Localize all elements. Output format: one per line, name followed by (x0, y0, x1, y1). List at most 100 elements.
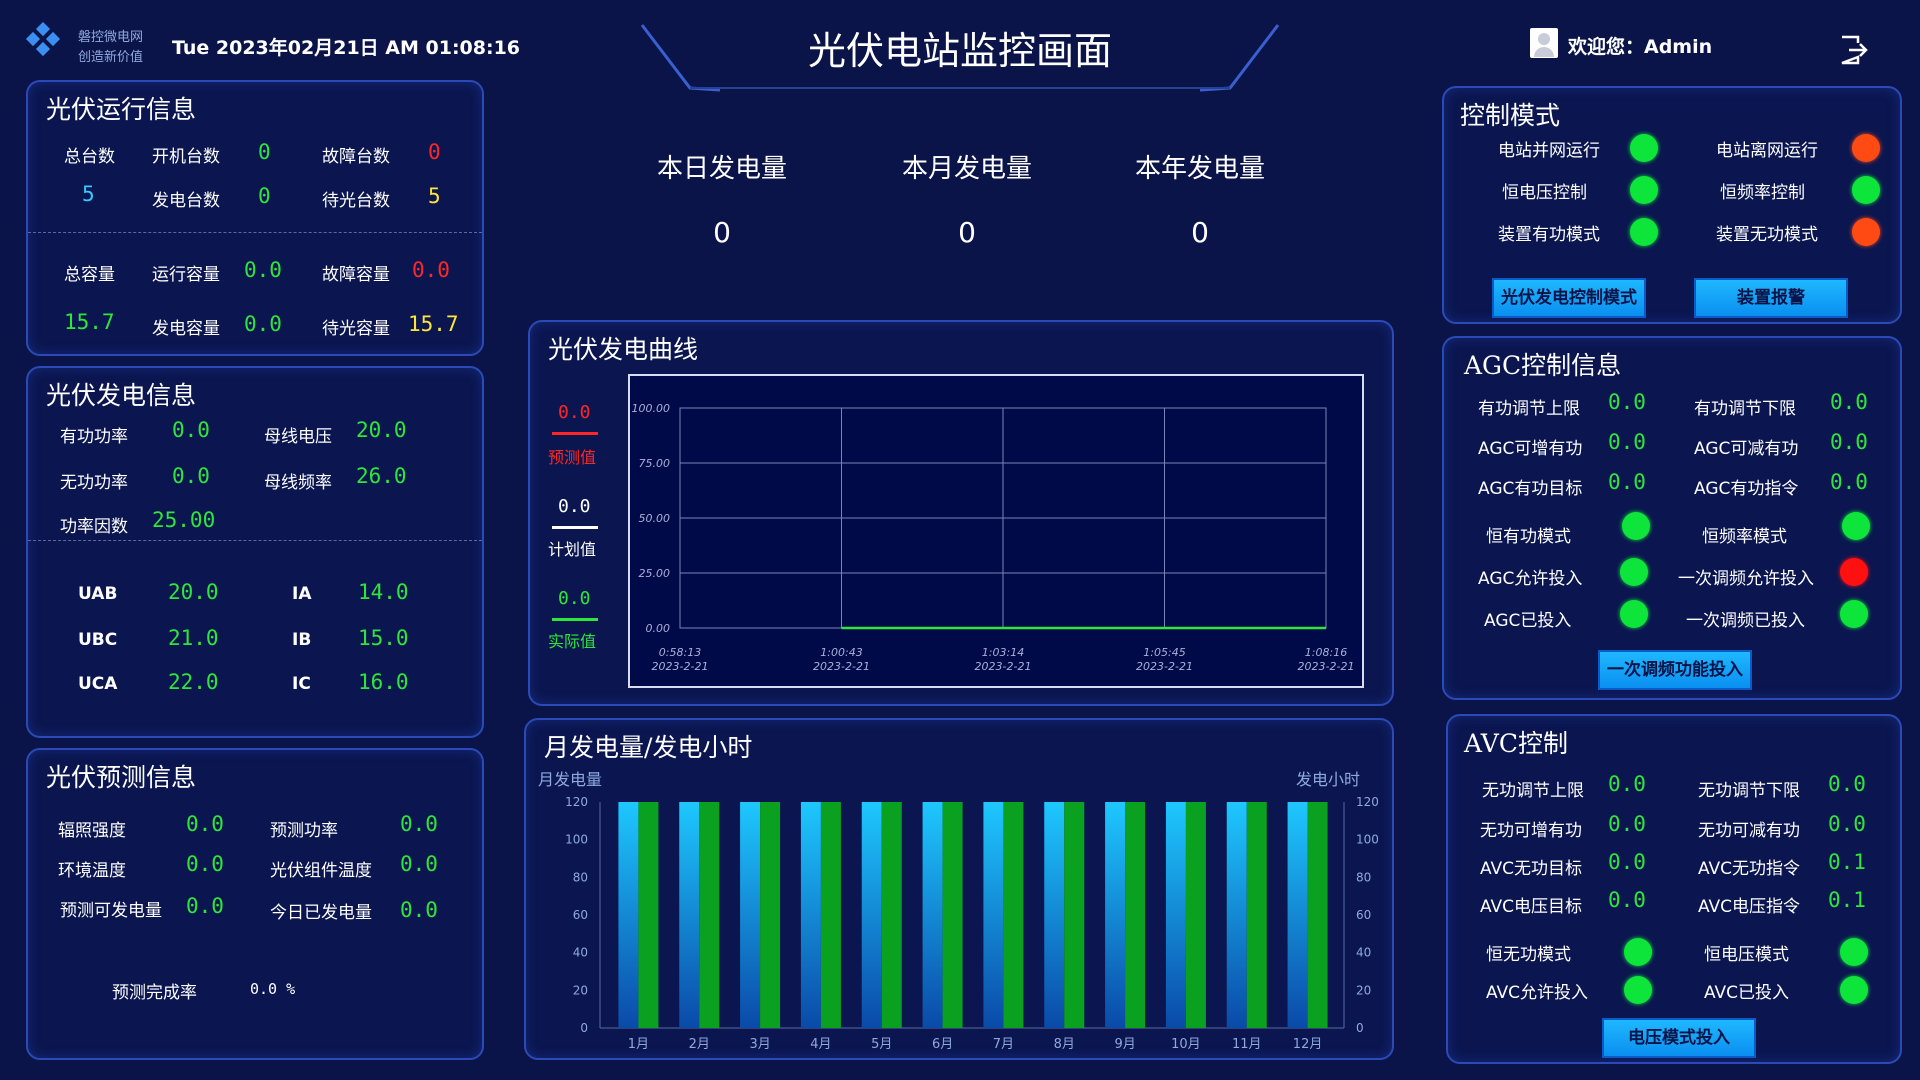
reactive-power-label: 无功功率 (60, 473, 128, 493)
total-units-value: 5 (82, 182, 95, 206)
day-energy-value: 0 (713, 216, 731, 249)
device-alarm-button[interactable]: 装置报警 (1694, 278, 1848, 318)
avc-dec-label: 无功可减有功 (1698, 821, 1800, 841)
bar-series-2 (1064, 802, 1085, 1028)
year-energy-label: 本年发电量 (1134, 154, 1265, 184)
pfr-enable-button[interactable]: 一次调频功能投入 (1598, 650, 1752, 690)
ib-label: IB (292, 630, 312, 650)
y-tick-label: 60 (573, 908, 588, 922)
divider (28, 540, 482, 541)
monthly-title: 月发电量/发电小时 (544, 733, 753, 762)
monthly-bar-chart: 0 0 20 20 40 40 60 60 80 80 100 100 120 120 1月 2月 3月 4月 5月… (565, 795, 1379, 1052)
avatar (1530, 28, 1558, 58)
pred-label: 预测值 (548, 448, 597, 467)
ia-label: IA (292, 584, 312, 604)
today-energy-label: 今日已发电量 (270, 903, 372, 923)
on-units-value: 0 (258, 140, 271, 164)
agc-inc-label: AGC可增有功 (1478, 439, 1583, 459)
avc-on-label: AVC已投入 (1704, 983, 1790, 1003)
y-tick-label: 100.00 (632, 402, 671, 415)
avc-dec-value: 0.0 (1828, 812, 1866, 836)
reactive-mode-label: 装置无功模式 (1716, 225, 1818, 245)
agc-up-value: 0.0 (1608, 390, 1646, 414)
logo-icon (25, 22, 61, 57)
bus-freq-value: 26.0 (356, 464, 407, 488)
year-energy-value: 0 (1191, 216, 1209, 249)
x-tick-label: 3月 (749, 1037, 770, 1052)
x-tick-label: 10月 (1171, 1037, 1201, 1052)
forecast-power-value: 0.0 (400, 812, 438, 836)
bus-voltage-value: 20.0 (356, 418, 407, 442)
agc-title: AGC控制信息 (1464, 351, 1622, 380)
gen-cap-label: 发电容量 (152, 319, 220, 339)
forecast-energy-label: 预测可发电量 (60, 901, 162, 921)
bar-series-2 (638, 802, 659, 1028)
avc-inc-label: 无功可增有功 (1480, 821, 1582, 841)
curve-panel: 光伏发电曲线 0.0 预测值 0.0 计划值 0.0 实际值 0.00 25.00… (528, 320, 1394, 706)
y-tick-label: 120 (565, 795, 588, 809)
control-mode-title: 控制模式 (1460, 101, 1561, 130)
ia-value: 14.0 (358, 580, 409, 604)
voltage-mode-button[interactable]: 电压模式投入 (1602, 1018, 1756, 1058)
agc-down-value: 0.0 (1830, 390, 1868, 414)
run-info-panel: 光伏运行信息 总台数 开机台数 0 故障台数 0 5 发电台数 0 待光台数 5… (26, 80, 484, 356)
pfr-allow-label: 一次调频允许投入 (1678, 569, 1814, 589)
avc-vtarget-label: AVC电压目标 (1480, 897, 1583, 917)
avc-title: AVC控制 (1464, 729, 1568, 758)
power-curve-chart: 0.0025.0050.0075.00100.000:58:132023-2-2… (628, 374, 1364, 688)
forecast-energy-value: 0.0 (186, 894, 224, 918)
agc-up-label: 有功调节上限 (1478, 399, 1580, 419)
active-power-value: 0.0 (172, 418, 210, 442)
actual-legend-line (552, 618, 598, 621)
pfr-on-indicator (1840, 600, 1868, 628)
y-tick-label: 50.00 (639, 512, 671, 525)
datetime: Tue 2023年02月21日 AM 01:08:16 (172, 37, 521, 59)
y-tick-label: 75.00 (639, 457, 671, 470)
pred-value: 0.0 (558, 402, 591, 423)
x-tick-label: 1:05:45 (1143, 646, 1185, 659)
island-mode-label: 电站离网运行 (1716, 141, 1818, 161)
bar-series-2 (1185, 802, 1206, 1028)
curve-title: 光伏发电曲线 (548, 335, 699, 364)
ib-value: 15.0 (358, 626, 409, 650)
x-tick-label: 5月 (871, 1037, 892, 1052)
agc-dec-value: 0.0 (1830, 430, 1868, 454)
y2-tick-label: 120 (1356, 795, 1379, 809)
x-tick-label: 1:00:43 (820, 646, 862, 659)
fault-units-label: 故障台数 (322, 147, 390, 167)
logo-line2: 创造新价值 (78, 50, 144, 65)
x-tick-label: 7月 (993, 1037, 1014, 1052)
active-power-label: 有功功率 (60, 427, 128, 447)
logout-icon[interactable] (1838, 34, 1870, 66)
avc-qtarget-label: AVC无功目标 (1480, 859, 1583, 879)
pv-control-mode-button[interactable]: 光伏发电控制模式 (1492, 278, 1646, 318)
avc-allow-label: AVC允许投入 (1486, 983, 1589, 1003)
avc-qtarget-value: 0.0 (1608, 850, 1646, 874)
avc-vcmd-label: AVC电压指令 (1698, 897, 1801, 917)
gen-units-label: 发电台数 (152, 191, 220, 211)
forecast-power-label: 预测功率 (270, 821, 338, 841)
fault-cap-label: 故障容量 (322, 265, 390, 285)
grid-mode-label: 电站并网运行 (1498, 141, 1600, 161)
avc-down-label: 无功调节下限 (1698, 781, 1800, 801)
gen-info-panel: 光伏发电信息 有功功率 0.0 母线电压 20.0 无功功率 0.0 母线频率 … (26, 366, 484, 738)
module-temp-value: 0.0 (400, 852, 438, 876)
plan-value: 0.0 (558, 496, 591, 517)
agc-on-indicator (1620, 600, 1648, 628)
bar-series-2 (1125, 802, 1146, 1028)
y2-tick-label: 100 (1356, 833, 1379, 847)
uca-value: 22.0 (168, 670, 219, 694)
const-q-label: 恒无功模式 (1486, 945, 1571, 965)
const-p-indicator (1622, 512, 1650, 540)
ic-label: IC (292, 674, 311, 694)
x-tick-label: 2月 (689, 1037, 710, 1052)
fault-cap-value: 0.0 (412, 258, 450, 282)
bar-series-2 (760, 802, 781, 1028)
avc-vtarget-value: 0.0 (1608, 888, 1646, 912)
agc-cmd-label: AGC有功指令 (1694, 479, 1799, 499)
avc-up-value: 0.0 (1608, 772, 1646, 796)
run-cap-label: 运行容量 (152, 265, 220, 285)
bar-series-1 (1044, 802, 1065, 1028)
const-p-label: 恒有功模式 (1486, 527, 1571, 547)
bar-series-1 (1165, 802, 1186, 1028)
